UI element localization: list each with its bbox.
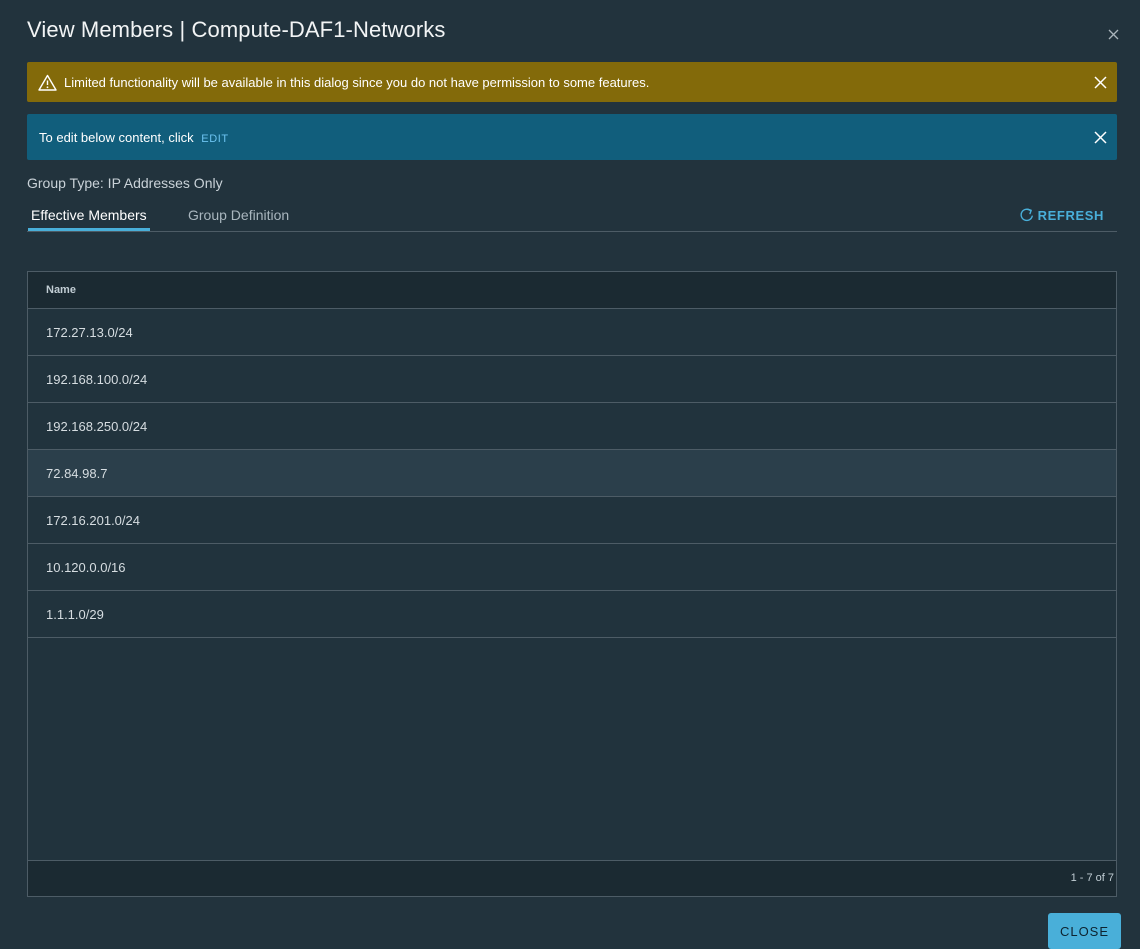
- row-name-cell: 172.27.13.0/24: [46, 324, 133, 340]
- table-row[interactable]: 192.168.100.0/24: [28, 356, 1116, 403]
- warning-alert-close-icon[interactable]: [1092, 74, 1108, 90]
- info-alert-message: To edit below content, click: [39, 129, 194, 145]
- info-alert: To edit below content, click EDIT: [27, 114, 1117, 160]
- table-row[interactable]: 72.84.98.7: [28, 450, 1116, 497]
- row-name-cell: 192.168.100.0/24: [46, 371, 148, 387]
- grid-footer: 1 - 7 of 7: [28, 860, 1116, 896]
- row-name-cell: 172.16.201.0/24: [46, 512, 140, 528]
- refresh-label: REFRESH: [1037, 207, 1104, 223]
- edit-link[interactable]: EDIT: [201, 133, 228, 145]
- refresh-button[interactable]: REFRESH: [1019, 207, 1104, 223]
- info-alert-text: To edit below content, click EDIT: [39, 130, 229, 145]
- table-row[interactable]: 192.168.250.0/24: [28, 403, 1116, 450]
- tab-effective-members[interactable]: Effective Members: [28, 207, 150, 231]
- pagination-summary: 1 - 7 of 7: [1070, 872, 1114, 884]
- row-name-cell: 10.120.0.0/16: [46, 559, 126, 575]
- column-header-name[interactable]: Name: [46, 284, 76, 296]
- row-name-cell: 192.168.250.0/24: [46, 418, 148, 434]
- tab-bar: Effective Members Group Definition REFRE…: [27, 200, 1117, 232]
- close-icon[interactable]: [1105, 26, 1121, 42]
- view-members-dialog: View Members | Compute-DAF1-Networks Lim…: [0, 0, 1140, 949]
- close-button[interactable]: CLOSE: [1048, 913, 1121, 949]
- table-row[interactable]: 172.16.201.0/24: [28, 497, 1116, 544]
- warning-triangle-icon: [37, 72, 57, 92]
- row-name-cell: 72.84.98.7: [46, 465, 108, 481]
- members-datagrid: Name 172.27.13.0/24 192.168.100.0/24 192…: [27, 271, 1117, 897]
- table-row[interactable]: 172.27.13.0/24: [28, 309, 1116, 356]
- info-alert-close-icon[interactable]: [1092, 129, 1108, 145]
- warning-alert: Limited functionality will be available …: [27, 62, 1117, 102]
- warning-alert-text: Limited functionality will be available …: [64, 74, 650, 90]
- table-row[interactable]: 10.120.0.0/16: [28, 544, 1116, 591]
- dialog-title: View Members | Compute-DAF1-Networks: [27, 17, 446, 42]
- refresh-icon: [1019, 207, 1035, 223]
- table-row[interactable]: 1.1.1.0/29: [28, 591, 1116, 638]
- row-name-cell: 1.1.1.0/29: [46, 606, 104, 622]
- group-type-label: Group Type: IP Addresses Only: [27, 175, 223, 191]
- grid-header: Name: [28, 272, 1116, 309]
- tab-group-definition[interactable]: Group Definition: [188, 207, 289, 230]
